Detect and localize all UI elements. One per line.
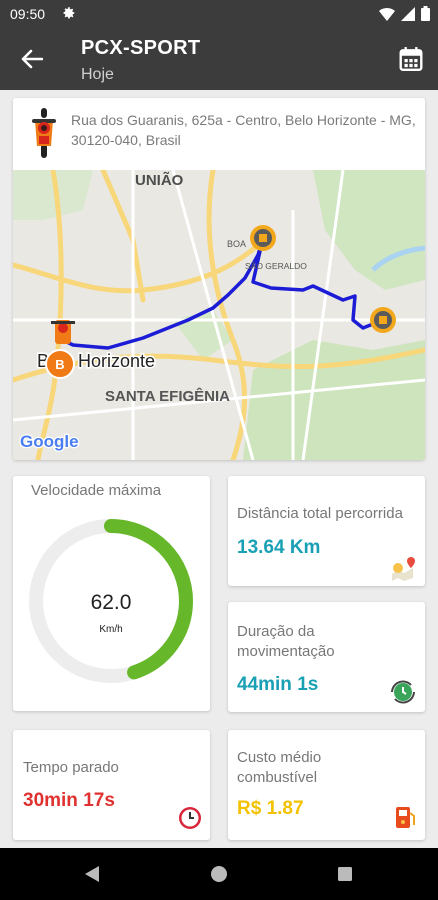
fuel-cost-card: Custo médio combustível R$ 1.87 — [228, 730, 425, 840]
stopped-value: 30min 17s — [23, 790, 115, 811]
page-title: PCX-SPORT — [81, 37, 201, 59]
end-marker-b[interactable]: B — [45, 349, 75, 379]
duration-card: Duração da movimentação 44min 1s — [228, 602, 425, 712]
calendar-icon[interactable] — [398, 46, 424, 72]
distance-card: Distância total percorrida 13.64 Km — [228, 476, 425, 586]
settings-gear-icon — [63, 7, 75, 19]
map-pin-distance-icon — [392, 557, 415, 581]
motorcycle-icon — [32, 108, 56, 158]
fuel-pump-icon — [396, 807, 415, 828]
signal-icon — [401, 6, 415, 21]
distance-value: 13.64 Km — [237, 537, 321, 558]
max-speed-card: Velocidade máxima 62.0 Km/h — [13, 476, 210, 711]
back-button[interactable] — [18, 46, 46, 72]
map-label-boa: BOA — [227, 239, 246, 249]
duration-value: 44min 1s — [237, 674, 319, 695]
address-row: Rua dos Guaranis, 625a - Centro, Belo Ho… — [13, 98, 425, 170]
status-bar: 09:50 — [0, 0, 438, 28]
arrow-back-icon — [21, 49, 43, 69]
trip-address: Rua dos Guaranis, 625a - Centro, Belo Ho… — [71, 112, 416, 148]
stopped-time-card: Tempo parado 30min 17s — [13, 730, 210, 840]
nav-back-icon[interactable] — [85, 866, 99, 882]
wifi-icon — [379, 7, 395, 21]
distance-label: Distância total percorrida — [237, 505, 403, 522]
alarm-clock-icon — [179, 807, 201, 829]
duration-label: Duração da movimentação — [237, 623, 335, 660]
page-subtitle: Hoje — [81, 66, 114, 83]
battery-icon — [421, 6, 430, 21]
map-canvas: UNIÃO BOA SÃO GERALDO Belo Horizonte SAN… — [13, 167, 425, 460]
map-label-sao-geraldo: SÃO GERALDO — [245, 261, 307, 271]
max-speed-value: 62.0 — [91, 591, 132, 614]
map-label-santa-efigenia: SANTA EFIGÊNIA — [105, 387, 230, 405]
fuel-value: R$ 1.87 — [237, 798, 304, 819]
end-marker-label: B — [55, 357, 64, 372]
nav-recents-icon[interactable] — [338, 867, 352, 881]
fuel-label: Custo médio combustível — [237, 749, 322, 786]
stop-marker[interactable] — [250, 225, 276, 251]
stopped-label: Tempo parado — [23, 759, 119, 776]
status-time: 09:50 — [10, 6, 46, 22]
stop-marker[interactable] — [370, 307, 396, 333]
route-map[interactable]: UNIÃO BOA SÃO GERALDO Belo Horizonte SAN… — [13, 167, 425, 460]
app-bar: PCX-SPORT Hoje — [0, 28, 438, 90]
status-icons — [379, 6, 430, 21]
max-speed-label: Velocidade máxima — [31, 482, 162, 499]
clock-refresh-icon — [391, 680, 415, 704]
trip-card: Rua dos Guaranis, 625a - Centro, Belo Ho… — [13, 98, 425, 460]
nav-home-icon[interactable] — [211, 866, 227, 882]
system-nav-bar — [0, 848, 438, 900]
google-logo: Google — [20, 432, 79, 451]
max-speed-unit: Km/h — [99, 624, 122, 635]
map-label-uniao: UNIÃO — [135, 171, 184, 189]
speed-gauge: 62.0 Km/h — [29, 519, 193, 683]
